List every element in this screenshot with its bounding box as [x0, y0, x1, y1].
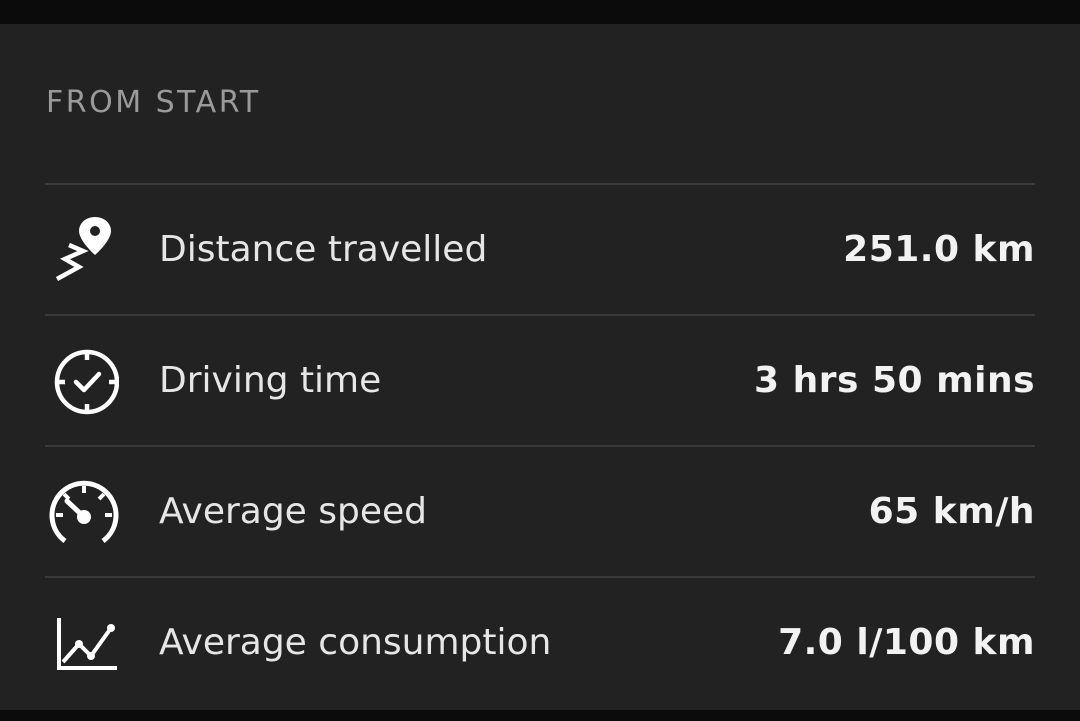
clock-icon	[45, 346, 123, 416]
bottom-bar	[0, 710, 1080, 721]
stat-row-average-consumption: Average consumption 7.0 l/100 km	[45, 576, 1035, 707]
stat-label: Average speed	[159, 491, 428, 532]
stats-list: Distance travelled 251.0 km Driving time…	[45, 183, 1035, 707]
route-pin-icon	[45, 215, 123, 285]
stat-value: 251.0 km	[843, 229, 1035, 270]
trip-stats-panel: FROM START Distance travelled 251.0 km D…	[0, 24, 1080, 710]
stat-label: Average consumption	[159, 622, 552, 663]
stat-row-distance: Distance travelled 251.0 km	[45, 183, 1035, 314]
stat-label: Distance travelled	[159, 229, 488, 270]
stat-value: 3 hrs 50 mins	[754, 360, 1035, 401]
stat-value: 65 km/h	[868, 491, 1035, 532]
stat-value: 7.0 l/100 km	[778, 622, 1035, 663]
stat-row-average-speed: Average speed 65 km/h	[45, 445, 1035, 576]
stat-label: Driving time	[159, 360, 382, 401]
speedometer-icon	[45, 477, 123, 547]
top-bar	[0, 0, 1080, 24]
section-title: FROM START	[46, 85, 261, 120]
line-chart-icon	[45, 608, 123, 678]
stat-row-driving-time: Driving time 3 hrs 50 mins	[45, 314, 1035, 445]
